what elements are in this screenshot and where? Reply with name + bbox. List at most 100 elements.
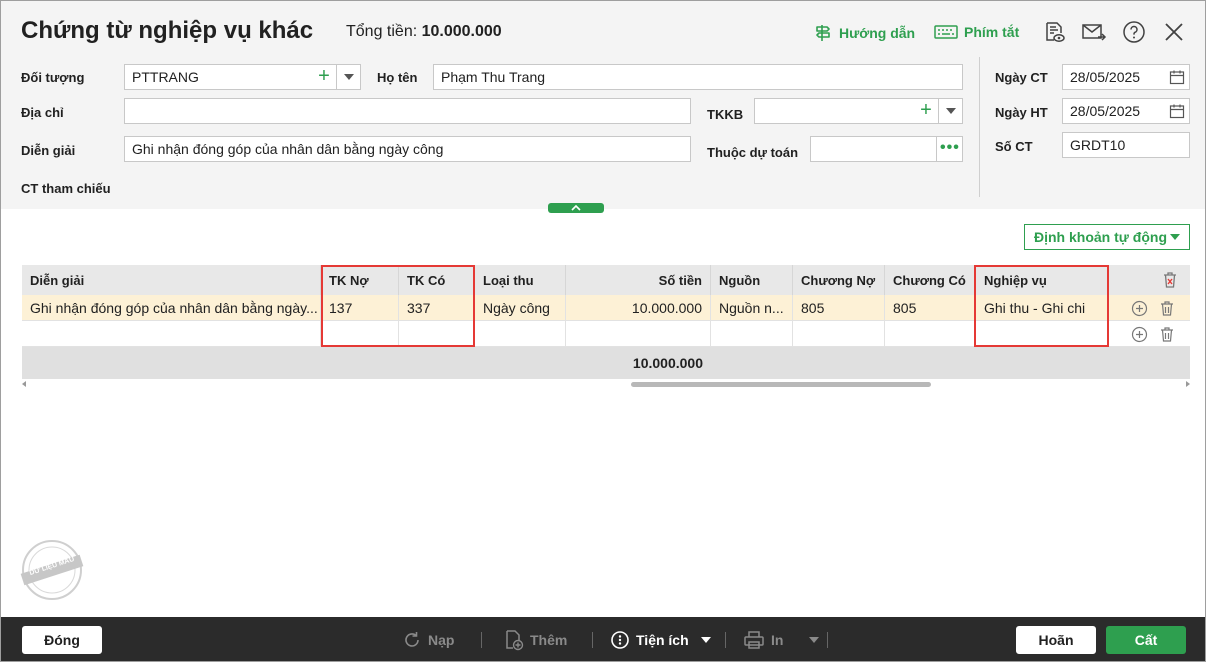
- delete-row-button[interactable]: [1158, 325, 1176, 343]
- document-plus-icon: [506, 630, 524, 651]
- toolbar-divider: [592, 632, 593, 648]
- add-button[interactable]: Thêm: [504, 627, 567, 653]
- add-row-button[interactable]: [1130, 325, 1148, 343]
- col-header-chuong-co[interactable]: Chương Có: [885, 265, 976, 295]
- total-so-tien: 10.000.000: [632, 355, 703, 371]
- cell-nguon[interactable]: [711, 321, 793, 346]
- cell-nguon[interactable]: Nguồn n...: [711, 295, 793, 320]
- cell-so-tien[interactable]: 10.000.000: [566, 295, 711, 320]
- chevron-down-icon[interactable]: [946, 108, 956, 114]
- shortcut-label: Phím tắt: [964, 24, 1020, 40]
- auto-accounting-label: Định khoản tự động: [1034, 229, 1168, 245]
- toolbar-divider: [481, 632, 482, 648]
- col-header-loai-thu[interactable]: Loại thu: [475, 265, 566, 295]
- ngay-ht-label: Ngày HT: [995, 105, 1048, 120]
- caret-down-icon[interactable]: [809, 637, 820, 643]
- grid-horizontal-scrollbar[interactable]: [22, 379, 1190, 389]
- add-label: Thêm: [530, 632, 568, 648]
- delete-row-button[interactable]: [1158, 299, 1176, 317]
- ho-ten-field[interactable]: Phạm Thu Trang: [433, 64, 963, 90]
- calendar-icon[interactable]: [1169, 69, 1185, 85]
- close-icon: [1165, 23, 1183, 41]
- chevron-up-icon: [571, 204, 581, 211]
- print-label: In: [771, 632, 784, 648]
- utility-label: Tiện ích: [636, 632, 689, 648]
- close-button[interactable]: Đóng: [22, 626, 102, 654]
- tkkb-label: TKKB: [707, 107, 744, 122]
- cell-chuong-no[interactable]: [793, 321, 885, 346]
- add-object-plus-icon[interactable]: +: [315, 66, 333, 86]
- scroll-thumb[interactable]: [631, 382, 931, 387]
- cell-loai-thu[interactable]: Ngày công: [475, 295, 566, 320]
- close-window-button[interactable]: [1161, 19, 1187, 45]
- so-ct-value: GRDT10: [1070, 137, 1126, 153]
- signpost-icon: [816, 25, 830, 41]
- scroll-right-icon[interactable]: [1186, 381, 1190, 387]
- ngay-ct-field[interactable]: 28/05/2025: [1062, 64, 1190, 90]
- col-header-dien-giai[interactable]: Diễn giải: [22, 265, 321, 295]
- envelope-send-icon: [1082, 24, 1107, 41]
- so-ct-label: Số CT: [995, 139, 1033, 154]
- cancel-button[interactable]: Hoãn: [1016, 626, 1096, 654]
- ct-tham-chieu-label[interactable]: CT tham chiếu: [21, 181, 111, 196]
- scroll-left-icon[interactable]: [22, 381, 26, 387]
- add-tkkb-plus-icon[interactable]: +: [917, 100, 935, 120]
- col-header-chuong-no[interactable]: Chương Nợ: [793, 265, 885, 295]
- ngay-ct-label: Ngày CT: [995, 70, 1048, 85]
- delete-all-rows-button[interactable]: [1161, 271, 1179, 289]
- dien-giai-field[interactable]: Ghi nhận đóng góp của nhân dân bằng ngày…: [124, 136, 691, 162]
- add-row-button[interactable]: [1130, 299, 1148, 317]
- reload-label: Nạp: [428, 632, 455, 648]
- total-value: 10.000.000: [421, 23, 502, 40]
- caret-down-icon: [700, 637, 711, 643]
- form-header-panel: Chứng từ nghiệp vụ khác Tổng tiền: 10.00…: [1, 1, 1205, 209]
- thuoc-du-toan-field[interactable]: •••: [810, 136, 963, 162]
- auto-accounting-button[interactable]: Định khoản tự động: [1024, 224, 1190, 250]
- utility-menu-button[interactable]: Tiện ích: [610, 627, 711, 653]
- col-header-so-tien[interactable]: Số tiền: [566, 265, 711, 295]
- guide-button[interactable]: Hướng dẫn: [813, 23, 915, 43]
- trash-icon: [1161, 326, 1173, 342]
- tkkb-combo[interactable]: +: [754, 98, 963, 124]
- dia-chi-field[interactable]: [124, 98, 691, 124]
- voucher-window: Chứng từ nghiệp vụ khác Tổng tiền: 10.00…: [0, 0, 1206, 662]
- cell-dien-giai[interactable]: [22, 321, 321, 346]
- collapse-header-button[interactable]: [548, 203, 604, 213]
- preview-button[interactable]: [1041, 19, 1067, 45]
- print-button[interactable]: In: [743, 627, 820, 653]
- cell-chuong-co[interactable]: 805: [885, 295, 976, 320]
- field-divider: [936, 137, 937, 161]
- so-ct-field[interactable]: GRDT10: [1062, 132, 1190, 158]
- refresh-icon: [405, 632, 419, 647]
- shortcut-button[interactable]: Phím tắt: [934, 23, 1019, 41]
- doi-tuong-combo[interactable]: PTTRANG +: [124, 64, 361, 90]
- ngay-ht-value: 28/05/2025: [1070, 103, 1141, 119]
- col-header-nguon[interactable]: Nguồn: [711, 265, 793, 295]
- dien-giai-label: Diễn giải: [21, 143, 76, 158]
- calendar-icon[interactable]: [1169, 103, 1185, 119]
- doi-tuong-value: PTTRANG: [132, 69, 199, 85]
- ngay-ct-value: 28/05/2025: [1070, 69, 1141, 85]
- dia-chi-label: Địa chỉ: [21, 105, 64, 120]
- page-title: Chứng từ nghiệp vụ khác: [21, 17, 314, 44]
- save-button[interactable]: Cất: [1106, 626, 1186, 654]
- chevron-down-icon[interactable]: [344, 74, 354, 80]
- sample-data-stamp: DỮ LIỆU MẪU: [19, 537, 85, 603]
- cell-chuong-no[interactable]: 805: [793, 295, 885, 320]
- footer-toolbar: Đóng Nạp Thêm Tiện ích In Hoãn Cất: [1, 617, 1205, 661]
- reload-button[interactable]: Nạp: [402, 627, 454, 653]
- email-button[interactable]: [1081, 19, 1107, 45]
- cell-so-tien[interactable]: [566, 321, 711, 346]
- keyboard-icon: [934, 25, 958, 39]
- ngay-ht-field[interactable]: 28/05/2025: [1062, 98, 1190, 124]
- question-circle-icon: [1123, 21, 1145, 43]
- document-eye-icon: [1046, 22, 1065, 42]
- printer-icon: [744, 631, 764, 649]
- cell-chuong-co[interactable]: [885, 321, 976, 346]
- doi-tuong-label: Đối tượng: [21, 70, 85, 85]
- cell-loai-thu[interactable]: [475, 321, 566, 346]
- help-button[interactable]: [1121, 19, 1147, 45]
- plus-circle-icon: [1131, 300, 1147, 316]
- cell-dien-giai[interactable]: Ghi nhận đóng góp của nhân dân bằng ngày…: [22, 295, 321, 320]
- more-options-icon[interactable]: •••: [940, 140, 960, 156]
